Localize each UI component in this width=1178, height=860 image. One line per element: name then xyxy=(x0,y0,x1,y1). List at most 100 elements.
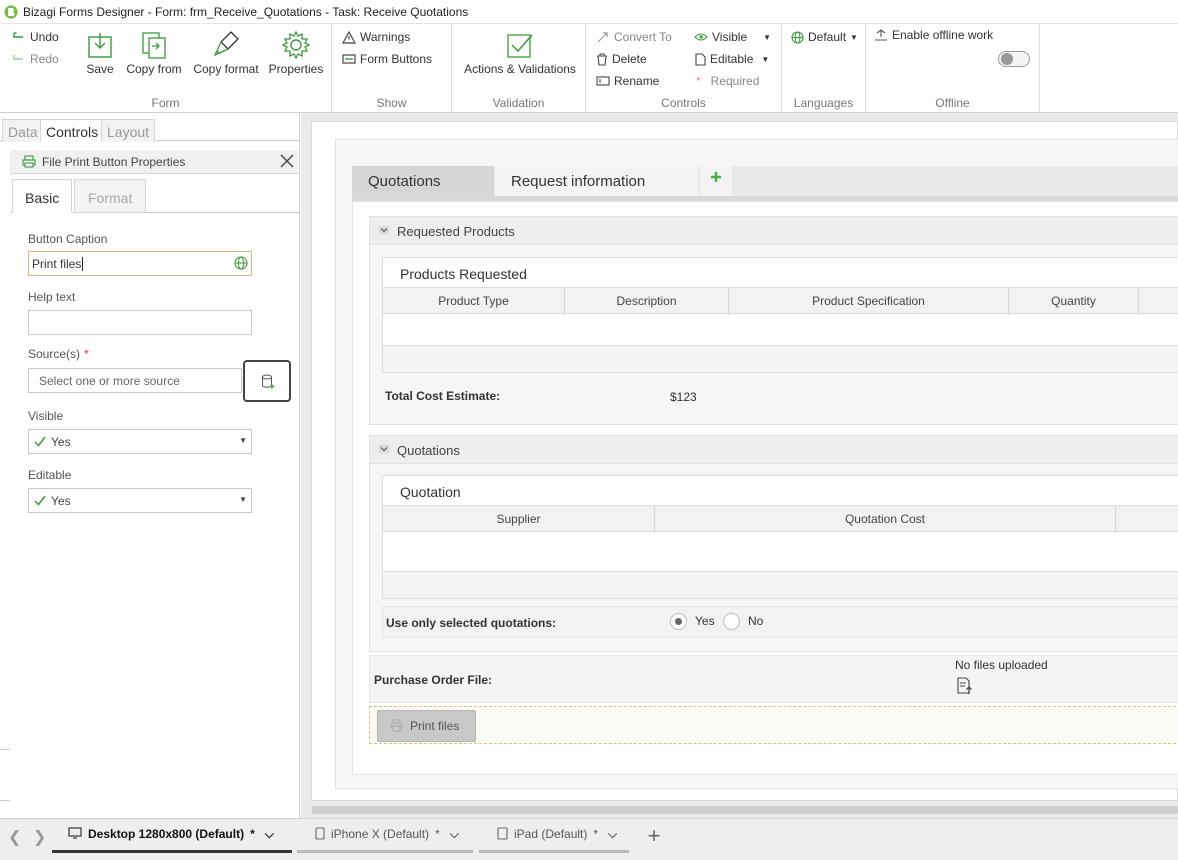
chevron-down-icon: ▼ xyxy=(850,32,858,42)
add-source-button[interactable] xyxy=(243,360,291,402)
group-header[interactable]: Requested Products xyxy=(370,217,1178,245)
chevron-down-icon[interactable]: ⌵ xyxy=(265,827,274,842)
upload-file-icon[interactable] xyxy=(956,677,974,695)
redo-button[interactable]: Redo xyxy=(12,52,59,66)
button-caption-label: Button Caption xyxy=(28,232,108,246)
device-tab-desktop[interactable]: Desktop 1280x800 (Default) * ⌵ xyxy=(52,819,292,853)
trash-icon xyxy=(597,52,607,66)
group-header[interactable]: Quotations xyxy=(370,436,1178,464)
grid-footer xyxy=(383,571,1178,598)
grid-quotation[interactable]: Quotation Supplier Quotation Cost xyxy=(382,475,1178,599)
column-header[interactable]: U xyxy=(1139,288,1178,315)
grid-footer xyxy=(383,345,1178,372)
visible-label: Visible xyxy=(28,409,64,423)
phone-icon xyxy=(315,827,325,840)
required-button[interactable]: * Required xyxy=(696,74,759,88)
properties-button[interactable]: Properties xyxy=(268,28,324,76)
save-icon xyxy=(86,28,114,62)
form-buttons-button[interactable]: Form Buttons xyxy=(342,52,432,66)
tab-request-information[interactable]: Request information xyxy=(495,166,698,196)
print-files-button[interactable]: Print files xyxy=(377,710,476,742)
radio-no-label: No xyxy=(748,614,764,628)
group-label-languages: Languages xyxy=(793,96,854,110)
convert-to-button[interactable]: Convert To xyxy=(596,30,672,44)
visible-select[interactable]: Yes ▼ xyxy=(28,429,252,454)
add-device-button[interactable]: + xyxy=(640,823,668,851)
chevron-right-icon[interactable]: ❯ xyxy=(33,827,46,847)
group-label-validation: Validation xyxy=(492,96,545,110)
column-header[interactable]: Product Specification xyxy=(729,288,1009,315)
print-button-container[interactable]: Print files xyxy=(369,706,1178,744)
tab-data[interactable]: Data xyxy=(2,119,44,142)
close-icon[interactable] xyxy=(278,152,296,170)
warnings-button[interactable]: Warnings xyxy=(342,30,410,44)
paintbrush-icon xyxy=(191,28,261,62)
printer-icon xyxy=(22,155,36,168)
ribbon-group-offline: Enable offline work Offline xyxy=(866,24,1040,113)
button-caption-input[interactable]: Print files xyxy=(28,251,252,276)
editable-dropdown[interactable]: Editable ▼ xyxy=(694,52,769,66)
warning-icon xyxy=(342,30,356,44)
total-cost-row: Total Cost Estimate: $123 xyxy=(382,380,1178,412)
offline-icon xyxy=(875,29,887,41)
rename-icon xyxy=(596,76,610,86)
grid-products-requested[interactable]: Products Requested Product Type Descript… xyxy=(382,257,1178,373)
sources-label: Source(s) * xyxy=(28,347,89,361)
group-requested-products[interactable]: Requested Products Products Requested Pr… xyxy=(369,216,1178,425)
chevron-left-icon[interactable]: ❮ xyxy=(8,827,21,847)
copy-format-button[interactable]: Copy format xyxy=(191,28,261,76)
horizontal-scrollbar[interactable] xyxy=(312,806,1178,814)
check-icon xyxy=(33,434,47,448)
column-header[interactable]: Product Type xyxy=(383,288,565,315)
device-tab-iphone[interactable]: iPhone X (Default) * ⌵ xyxy=(297,819,473,853)
column-header[interactable]: Supplier xyxy=(383,506,655,533)
editable-select[interactable]: Yes ▼ xyxy=(28,488,252,513)
tab-basic[interactable]: Basic xyxy=(12,179,73,213)
visible-dropdown[interactable]: Visible ▼ xyxy=(694,30,771,44)
tab-content-quotations: Requested Products Products Requested Pr… xyxy=(352,201,1178,775)
tab-format[interactable]: Format xyxy=(74,179,147,213)
no-files-text: No files uploaded xyxy=(955,658,1048,672)
form-container: Quotations Request information Requested… xyxy=(335,139,1178,789)
help-text-input[interactable] xyxy=(28,310,252,335)
device-tab-ipad[interactable]: iPad (Default) * ⌵ xyxy=(479,819,629,853)
undo-button[interactable]: Undo xyxy=(12,30,59,44)
column-header[interactable]: Quotation Cost xyxy=(655,506,1116,533)
save-button[interactable]: Save xyxy=(86,28,114,76)
sources-input[interactable]: Select one or more source xyxy=(28,368,242,393)
tab-controls[interactable]: Controls xyxy=(40,119,105,142)
actions-validations-button[interactable]: Actions & Validations xyxy=(462,28,578,76)
ribbon-group-controls: Convert To Delete Rename Visible ▼ Edita… xyxy=(586,24,782,113)
panel-splitter[interactable] xyxy=(0,749,10,801)
chevron-down-icon[interactable] xyxy=(378,444,390,454)
use-selected-row: Use only selected quotations: Yes No xyxy=(382,606,1178,638)
ribbon: Undo Redo Save Copy from Copy format Pro… xyxy=(0,24,1178,113)
database-add-icon xyxy=(261,374,275,390)
tab-layout[interactable]: Layout xyxy=(101,119,156,142)
column-header[interactable]: Quantity xyxy=(1009,288,1139,315)
eye-icon xyxy=(694,33,708,41)
tab-quotations[interactable]: Quotations xyxy=(352,166,494,196)
chevron-down-icon[interactable]: ⌵ xyxy=(608,827,617,842)
undo-icon xyxy=(13,32,23,38)
purchase-order-file-row[interactable]: Purchase Order File: No files uploaded xyxy=(369,655,1178,703)
rename-button[interactable]: Rename xyxy=(596,74,659,88)
check-icon xyxy=(33,493,47,507)
add-tab-button[interactable] xyxy=(700,166,732,196)
radio-no[interactable] xyxy=(723,613,740,630)
chevron-down-icon[interactable]: ⌵ xyxy=(450,827,459,842)
copy-from-button[interactable]: Copy from xyxy=(124,28,184,76)
offline-toggle[interactable] xyxy=(998,51,1030,67)
delete-button[interactable]: Delete xyxy=(596,52,647,66)
grid-title: Quotation xyxy=(400,484,461,500)
group-quotations[interactable]: Quotations Quotation Supplier Quotation … xyxy=(369,435,1178,652)
radio-yes[interactable] xyxy=(670,613,687,630)
column-header[interactable]: Description xyxy=(565,288,729,315)
globe-icon[interactable] xyxy=(234,256,248,270)
chevron-down-icon: ▼ xyxy=(761,54,770,64)
properties-title: File Print Button Properties xyxy=(42,155,186,169)
language-dropdown[interactable]: Default ▼ xyxy=(791,30,858,44)
window-title: Bizagi Forms Designer - Form: frm_Receiv… xyxy=(23,5,469,19)
chevron-down-icon[interactable] xyxy=(378,225,390,235)
group-label-form: Form xyxy=(151,96,180,110)
